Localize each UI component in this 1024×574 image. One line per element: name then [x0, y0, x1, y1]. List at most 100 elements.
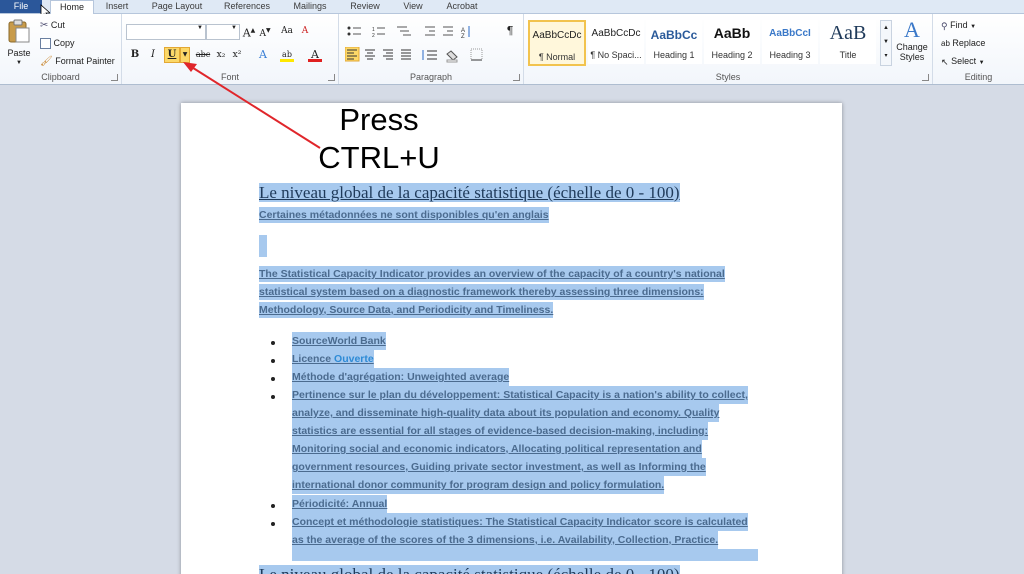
- document-page[interactable]: Press CTRL+U Le niveau global de la capa…: [181, 103, 842, 574]
- style-heading-2[interactable]: AaBb Heading 2: [704, 20, 760, 64]
- bold-button[interactable]: B: [128, 48, 142, 62]
- superscript-button[interactable]: x²: [230, 48, 244, 62]
- style-normal[interactable]: AaBbCcDc ¶ Normal: [528, 20, 586, 66]
- justify-icon[interactable]: [401, 49, 411, 60]
- replace-button[interactable]: ab Replace: [941, 36, 985, 50]
- clear-formatting-button[interactable]: A: [298, 24, 312, 38]
- style-no-spacing[interactable]: AaBbCcDc ¶ No Spaci...: [588, 20, 644, 64]
- subscript-button[interactable]: x₂: [214, 48, 228, 62]
- copy-icon: [40, 38, 51, 50]
- font-size-combo[interactable]: ▼: [206, 24, 240, 40]
- tab-file[interactable]: File: [0, 0, 42, 13]
- select-label: Select: [951, 56, 977, 66]
- style-normal-sample: AaBbCcDc: [532, 30, 582, 41]
- svg-text:2: 2: [372, 33, 375, 39]
- increase-indent-icon[interactable]: [443, 26, 453, 36]
- tab-view[interactable]: View: [394, 0, 432, 13]
- cut-button[interactable]: ✂ Cut: [40, 18, 65, 32]
- tab-acrobat[interactable]: Acrobat: [438, 0, 486, 13]
- styles-group-label: Styles: [715, 72, 741, 82]
- list-item-aggregation[interactable]: Méthode d'agrégation: Unweighted average: [292, 368, 510, 386]
- borders-icon[interactable]: [470, 48, 483, 61]
- list-item-methodology[interactable]: Concept et méthodologie statistiques: Th…: [292, 513, 748, 549]
- alignment-buttons-row: [345, 47, 483, 63]
- grow-font-button[interactable]: A▲: [242, 24, 256, 40]
- tab-page-layout[interactable]: Page Layout: [144, 0, 210, 13]
- cut-label: Cut: [50, 20, 65, 30]
- clipboard-launcher-icon[interactable]: [111, 74, 118, 81]
- font-name-dropdown-icon[interactable]: ▼: [197, 25, 203, 31]
- list-buttons-row: 12 AZ: [347, 26, 470, 40]
- font-launcher-icon[interactable]: [328, 74, 335, 81]
- copy-button[interactable]: Copy: [40, 36, 75, 50]
- document-area[interactable]: Press CTRL+U Le niveau global de la capa…: [0, 85, 1024, 574]
- list-item-periodicity[interactable]: Périodicité: Annual: [292, 495, 388, 513]
- numbering-icon[interactable]: 12: [372, 27, 385, 39]
- tab-references[interactable]: References: [218, 0, 276, 13]
- align-right-icon[interactable]: [383, 49, 393, 60]
- shrink-font-button[interactable]: A▼: [258, 24, 272, 39]
- document-heading[interactable]: Le niveau global de la capacité statisti…: [259, 183, 680, 203]
- change-case-button[interactable]: Aa: [280, 24, 294, 38]
- selected-empty-line: [292, 549, 758, 561]
- styles-scroll[interactable]: ▲ ▼ ▾: [880, 20, 892, 66]
- bullet-dot: [271, 377, 275, 381]
- bullet-dot: [271, 359, 275, 363]
- align-center-icon[interactable]: [365, 49, 375, 60]
- ribbon: Paste ▼ ✂ Cut Copy 🖌 Format Painter Clip…: [0, 14, 1024, 85]
- highlight-button[interactable]: ab: [280, 48, 294, 62]
- italic-button[interactable]: I: [146, 48, 160, 62]
- show-formatting-button[interactable]: ¶: [503, 24, 517, 38]
- list-item-relevance[interactable]: Pertinence sur le plan du développement:…: [292, 386, 748, 494]
- strikethrough-button[interactable]: abc: [194, 48, 212, 62]
- styles-launcher-icon[interactable]: [922, 74, 929, 81]
- font-group: ▼ ▼ A▲ A▼ Aa A B I U ▼ abc x₂ x² A ab A …: [122, 14, 339, 84]
- style-heading-3-label: Heading 3: [769, 50, 811, 60]
- sort-icon[interactable]: AZ: [461, 26, 470, 40]
- editing-group-label: Editing: [964, 72, 993, 82]
- line-spacing-icon[interactable]: [422, 50, 437, 60]
- paragraph-launcher-icon[interactable]: [513, 74, 520, 81]
- underline-button[interactable]: U: [164, 47, 180, 63]
- style-heading-1[interactable]: AaBbCc Heading 1: [646, 20, 702, 64]
- paragraph-group: 12 AZ ¶ Paragraph: [339, 14, 524, 84]
- shading-icon[interactable]: [446, 50, 458, 63]
- font-color-button[interactable]: A: [308, 48, 322, 62]
- bullets-icon[interactable]: [347, 26, 362, 36]
- decrease-indent-icon[interactable]: [425, 26, 435, 36]
- list-item-licence[interactable]: Licence Ouverte: [292, 350, 374, 368]
- metadata-note[interactable]: Certaines métadonnées ne sont disponible…: [259, 207, 549, 223]
- annotation-press: Press: [339, 103, 419, 137]
- multilevel-list-icon[interactable]: [397, 26, 411, 36]
- description-paragraph[interactable]: The Statistical Capacity Indicator provi…: [259, 265, 725, 319]
- style-heading-2-label: Heading 2: [711, 50, 753, 60]
- tab-mailings[interactable]: Mailings: [284, 0, 336, 13]
- paste-dropdown-icon[interactable]: ▼: [16, 60, 22, 66]
- tab-home[interactable]: Home: [50, 0, 94, 14]
- find-button[interactable]: ⚲ Find ▼: [941, 18, 976, 32]
- binoculars-icon: ⚲: [941, 20, 948, 31]
- style-heading-2-sample: AaBb: [713, 25, 751, 41]
- licence-link[interactable]: Ouverte: [334, 353, 374, 365]
- format-painter-button[interactable]: 🖌 Format Painter: [40, 54, 115, 68]
- paste-button[interactable]: Paste ▼: [4, 18, 34, 68]
- font-name-combo[interactable]: ▼: [126, 24, 206, 40]
- annotation-ctrl-u: CTRL+U: [318, 140, 440, 175]
- svg-text:Z: Z: [461, 34, 465, 40]
- underline-dropdown-icon[interactable]: ▼: [180, 47, 190, 63]
- tab-insert[interactable]: Insert: [98, 0, 136, 13]
- list-item-source[interactable]: SourceWorld Bank: [292, 332, 386, 350]
- change-styles-button[interactable]: A Change Styles: [894, 18, 930, 70]
- document-heading-2[interactable]: Le niveau global de la capacité statisti…: [259, 565, 680, 574]
- font-size-dropdown-icon[interactable]: ▼: [231, 25, 237, 31]
- tab-review[interactable]: Review: [342, 0, 388, 13]
- select-button[interactable]: ↖ Select ▼: [941, 54, 985, 68]
- style-heading-3[interactable]: AaBbCcI Heading 3: [762, 20, 818, 64]
- style-title-label: Title: [839, 50, 857, 60]
- style-title[interactable]: AaB Title: [820, 20, 876, 64]
- style-normal-label: ¶ Normal: [538, 52, 576, 62]
- bullet-dot: [271, 395, 275, 399]
- text-effects-button[interactable]: A: [256, 48, 270, 62]
- editing-group: ⚲ Find ▼ ab Replace ↖ Select ▼ Editing: [933, 14, 1024, 84]
- style-heading-1-label: Heading 1: [653, 50, 695, 60]
